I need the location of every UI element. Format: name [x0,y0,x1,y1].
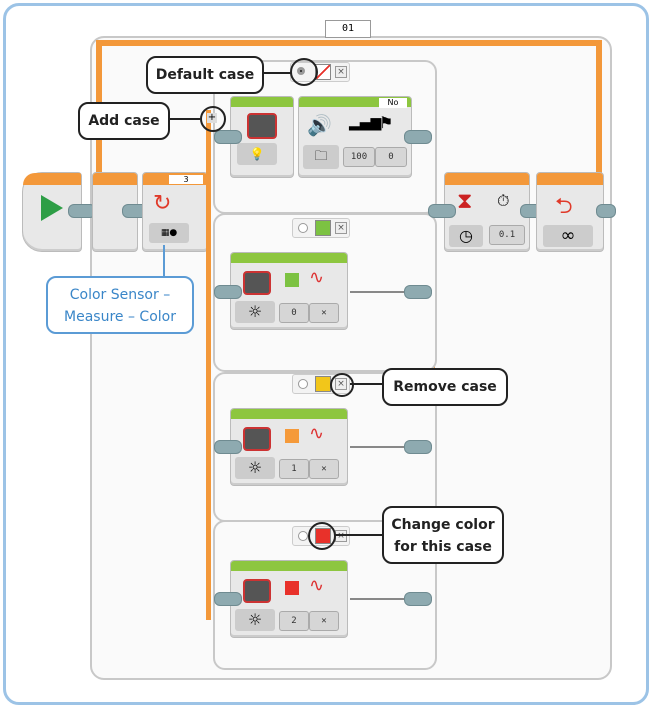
pulse-off-icon[interactable]: ✕ [309,303,339,323]
color-swatch[interactable] [315,220,331,236]
volume-icon: ▂▄▆ [349,115,382,131]
color-indicator [285,429,299,443]
add-case-button[interactable]: + [200,106,226,132]
callout-line [334,534,382,536]
light-mode-icon[interactable]: ☼ [235,301,275,323]
lightbulb-icon[interactable]: 💡 [237,143,277,165]
sequence-plug [404,440,432,454]
default-case-radio[interactable] [298,223,308,233]
brick-light-block[interactable]: ∿ ☼ 1 ✕ [230,408,348,486]
highlight-ring [330,373,354,397]
brick-light-block[interactable]: ∿ ☼ 2 ✕ [230,560,348,638]
hourglass-icon: ⧗ [457,189,473,214]
highlight-ring [308,522,336,550]
loop-name[interactable]: 01 [325,20,371,38]
folder-icon[interactable]: 🗀 [303,145,339,169]
play-type-value[interactable]: 0 [375,147,407,167]
color-indicator [285,581,299,595]
callout-remove-case: Remove case [382,368,508,406]
sequence-plug [214,130,242,144]
checkered-flag-icon: ⚑ [379,113,394,132]
loop-end-block[interactable]: ⮌ ∞ [536,172,604,252]
light-mode-icon[interactable]: ☼ [235,609,275,631]
sequence-wire [350,446,410,448]
default-case-radio[interactable] [298,379,308,389]
callout-add-case: Add case [78,102,170,140]
brick-icon [243,579,271,603]
sequence-wire [350,598,410,600]
play-icon[interactable] [41,195,63,221]
callout-default-case: Default case [146,56,264,94]
callout-line [350,383,382,385]
case-tab[interactable]: × [292,218,350,238]
switch-left-bar [206,110,211,620]
callout-line [262,72,292,74]
sequence-plug [214,285,242,299]
stopwatch-icon[interactable]: ◷ [449,225,483,247]
wait-seconds[interactable]: 0.1 [489,225,525,245]
default-case-radio[interactable] [298,531,308,541]
sequence-plug [404,592,432,606]
loop-top-bar [96,40,602,46]
sequence-plug [404,130,432,144]
sound-block[interactable]: No 🔊 ▂▄▆ ⚑ 🗀 100 0 [298,96,412,178]
pulse-off-icon[interactable]: ✕ [309,459,339,479]
pulse-off-icon[interactable]: ✕ [309,611,339,631]
wait-completion[interactable]: No [379,98,407,108]
callout-line [168,118,200,120]
light-mode-icon[interactable]: ☼ [235,457,275,479]
loop-right-bar [596,40,602,180]
light-color-value[interactable]: 0 [279,303,309,323]
remove-case-icon[interactable]: × [335,530,347,542]
speaker-icon: 🔊 [307,113,332,137]
callout-line [163,245,165,276]
sequence-plug [596,204,616,218]
remove-case-icon[interactable]: × [335,66,347,78]
light-color-value[interactable]: 2 [279,611,309,631]
wait-block[interactable]: ⧗ ⏱ ◷ 0.1 [444,172,530,252]
loop-icon: ⮌ [555,194,573,219]
color-indicator [285,273,299,287]
sensor-icon [247,113,277,139]
callout-change-color: Change color for this case [382,506,504,564]
highlight-ring [290,58,318,86]
timer-icon: ⏱ [497,191,510,210]
pulse-icon: ∿ [309,575,325,596]
sequence-wire [350,291,410,293]
callout-color-sensor: Color Sensor – Measure – Color [46,276,194,334]
brick-icon [243,271,271,295]
infinity-icon[interactable]: ∞ [543,225,593,247]
sequence-plug [214,592,242,606]
pulse-icon: ∿ [309,267,325,288]
brick-icon [243,427,271,451]
brick-light-block[interactable]: ∿ ☼ 0 ✕ [230,252,348,330]
switch-count: 3 [169,175,203,184]
color-swatch[interactable] [315,376,331,392]
switch-block[interactable]: 3 ↻ ▦● [142,172,208,252]
remove-case-icon[interactable]: × [335,222,347,234]
switch-icon: ↻ [153,191,172,216]
color-mode-icon[interactable]: ▦● [149,223,189,243]
volume-value[interactable]: 100 [343,147,375,167]
sequence-plug [428,204,456,218]
pulse-icon: ∿ [309,423,325,444]
sequence-plug [404,285,432,299]
sequence-plug [214,440,242,454]
diagram: 01 3 ↻ ▦● × 💡 No 🔊 ▂▄▆ ⚑ 🗀 100 0 × × × ∿… [0,0,650,706]
light-color-value[interactable]: 1 [279,459,309,479]
